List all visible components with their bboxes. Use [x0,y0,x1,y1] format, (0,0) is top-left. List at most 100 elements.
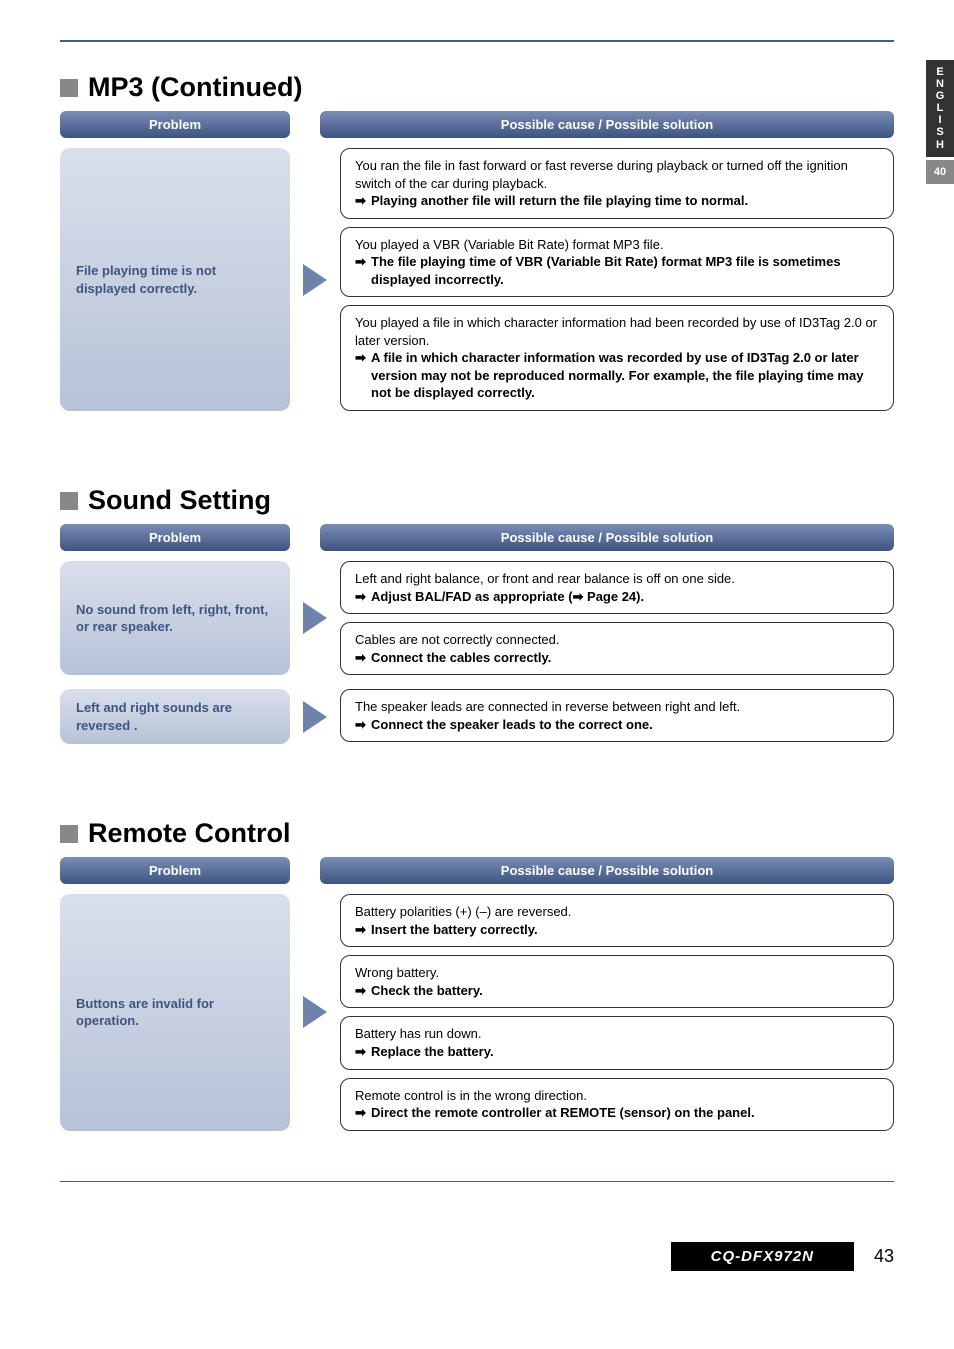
section-title-mp3: MP3 (Continued) [60,72,894,103]
arrow-right-icon: ➡ [355,921,369,939]
problem-text: Left and right sounds are reversed . [76,699,274,734]
solutions-col: The speaker leads are connected in rever… [340,689,894,744]
arrow-right-icon: ➡ [355,192,369,210]
solution-fix: The file playing time of VBR (Variable B… [371,253,879,288]
solution-cause: The speaker leads are connected in rever… [355,698,879,716]
solution-fix: Check the battery. [371,982,483,1000]
solution-box: You ran the file in fast forward or fast… [340,148,894,219]
solution-cause: Remote control is in the wrong direction… [355,1087,879,1105]
arrow-right-icon: ➡ [355,349,369,367]
arrow-right-icon: ➡ [355,253,369,271]
solution-fix: Playing another file will return the fil… [371,192,748,210]
solution-fix-line: ➡Playing another file will return the fi… [355,192,879,210]
headers-row: Problem Possible cause / Possible soluti… [60,524,894,551]
solution-fix-line: ➡Replace the battery. [355,1043,879,1061]
solution-box: You played a file in which character inf… [340,305,894,411]
solution-fix: Connect the speaker leads to the correct… [371,716,653,734]
header-solution: Possible cause / Possible solution [320,524,894,551]
solution-fix: Replace the battery. [371,1043,494,1061]
trouble-row: No sound from left, right, front, or rea… [60,561,894,675]
solution-cause: Wrong battery. [355,964,879,982]
arrow-right-icon: ➡ [355,982,369,1000]
solution-box: Cables are not correctly connected. ➡Con… [340,622,894,675]
arrow-right-icon: ➡ [355,649,369,667]
arrow-col [298,689,332,744]
triangle-right-icon [303,602,327,634]
section-title-remote: Remote Control [60,818,894,849]
solution-fix-line: ➡A file in which character information w… [355,349,879,402]
triangle-right-icon [303,701,327,733]
solution-fix-line: ➡Connect the speaker leads to the correc… [355,716,879,734]
arrow-right-icon: ➡ [355,1043,369,1061]
solution-fix: Connect the cables correctly. [371,649,551,667]
solution-fix: Direct the remote controller at REMOTE (… [371,1104,755,1122]
solution-cause: Battery polarities (+) (–) are reversed. [355,903,879,921]
triangle-right-icon [303,996,327,1028]
solutions-col: Battery polarities (+) (–) are reversed.… [340,894,894,1130]
solution-fix-line: ➡Direct the remote controller at REMOTE … [355,1104,879,1122]
model-number: CQ-DFX972N [671,1242,854,1271]
solution-cause: You played a file in which character inf… [355,314,879,349]
solution-cause: Cables are not correctly connected. [355,631,879,649]
problem-text: No sound from left, right, front, or rea… [76,601,274,636]
headers-row: Problem Possible cause / Possible soluti… [60,857,894,884]
arrow-right-icon: ➡ [355,716,369,734]
page-number: 43 [874,1246,894,1267]
solution-fix: Insert the battery correctly. [371,921,538,939]
section-title-text: Sound Setting [88,485,271,516]
solution-box: Remote control is in the wrong direction… [340,1078,894,1131]
headers-row: Problem Possible cause / Possible soluti… [60,111,894,138]
arrow-col [298,148,332,411]
solutions-col: You ran the file in fast forward or fast… [340,148,894,411]
footer-rule [60,1181,894,1182]
solution-box: Left and right balance, or front and rea… [340,561,894,614]
solution-fix-line: ➡The file playing time of VBR (Variable … [355,253,879,288]
solution-fix-line: ➡Connect the cables correctly. [355,649,879,667]
top-rule [60,40,894,42]
solution-box: Battery has run down. ➡Replace the batte… [340,1016,894,1069]
solution-cause: Left and right balance, or front and rea… [355,570,879,588]
solution-fix: Adjust BAL/FAD as appropriate (➡ Page 24… [371,588,644,606]
problem-box: No sound from left, right, front, or rea… [60,561,290,675]
problem-text: File playing time is not displayed corre… [76,262,274,297]
section-title-text: Remote Control [88,818,291,849]
section-title-sound: Sound Setting [60,485,894,516]
header-solution: Possible cause / Possible solution [320,111,894,138]
solution-fix: A file in which character information wa… [371,349,879,402]
header-problem: Problem [60,111,290,138]
header-problem: Problem [60,524,290,551]
solution-box: You played a VBR (Variable Bit Rate) for… [340,227,894,298]
solution-box: Battery polarities (+) (–) are reversed.… [340,894,894,947]
problem-text: Buttons are invalid for operation. [76,995,274,1030]
problem-box: Buttons are invalid for operation. [60,894,290,1130]
arrow-col [298,894,332,1130]
solutions-col: Left and right balance, or front and rea… [340,561,894,675]
problem-box: File playing time is not displayed corre… [60,148,290,411]
section-title-text: MP3 (Continued) [88,72,302,103]
solution-fix-line: ➡Insert the battery correctly. [355,921,879,939]
square-bullet-icon [60,492,78,510]
arrow-col [298,561,332,675]
square-bullet-icon [60,825,78,843]
side-page-tab: 40 [926,160,954,184]
arrow-right-icon: ➡ [355,588,369,606]
solution-box: The speaker leads are connected in rever… [340,689,894,742]
side-language-tab: ENGLISH [926,60,954,157]
solution-cause: Battery has run down. [355,1025,879,1043]
problem-box: Left and right sounds are reversed . [60,689,290,744]
header-problem: Problem [60,857,290,884]
trouble-row: Left and right sounds are reversed . The… [60,689,894,744]
arrow-right-icon: ➡ [355,1104,369,1122]
header-solution: Possible cause / Possible solution [320,857,894,884]
footer: CQ-DFX972N 43 [60,1242,894,1271]
square-bullet-icon [60,79,78,97]
trouble-row: File playing time is not displayed corre… [60,148,894,411]
trouble-row: Buttons are invalid for operation. Batte… [60,894,894,1130]
solution-box: Wrong battery. ➡Check the battery. [340,955,894,1008]
solution-cause: You ran the file in fast forward or fast… [355,157,879,192]
side-language-text: ENGLISH [926,66,954,151]
solution-cause: You played a VBR (Variable Bit Rate) for… [355,236,879,254]
triangle-right-icon [303,264,327,296]
solution-fix-line: ➡Check the battery. [355,982,879,1000]
solution-fix-line: ➡Adjust BAL/FAD as appropriate (➡ Page 2… [355,588,879,606]
